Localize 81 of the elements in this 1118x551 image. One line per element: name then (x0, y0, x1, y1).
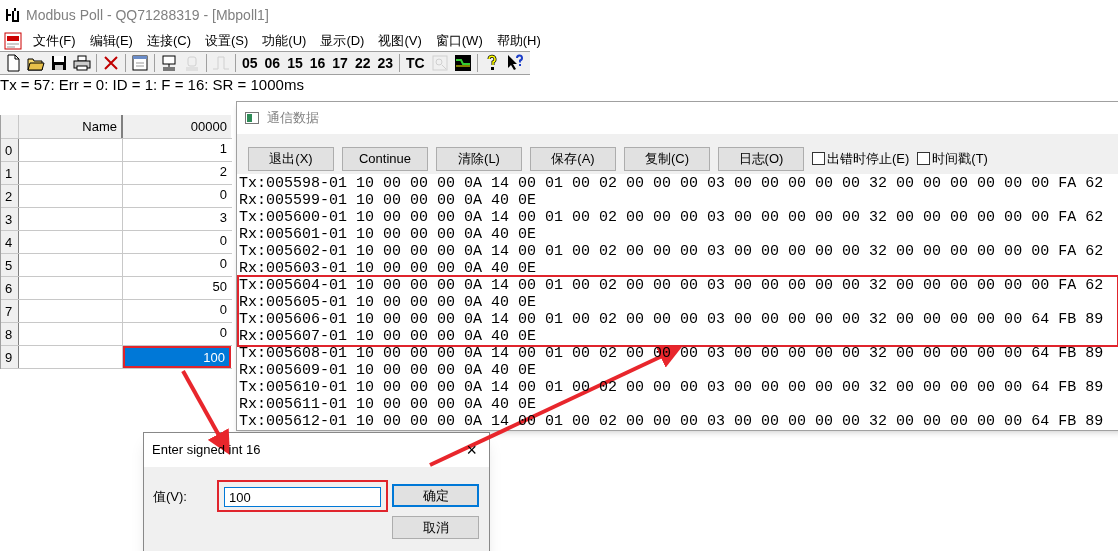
log-line: Rx:005605-01 10 00 00 00 0A 40 0E (239, 294, 538, 311)
checkbox-label: 时间戳(T) (932, 149, 988, 168)
status-line: Tx = 57: Err = 0: ID = 1: F = 16: SR = 1000ms (0, 75, 305, 95)
menu-item[interactable]: 显示(D) (313, 30, 372, 51)
window-title: 通信数据 (267, 109, 319, 128)
value-field[interactable]: 100 (224, 487, 381, 507)
function-code-button[interactable]: 23 (376, 52, 395, 74)
dialog-title: Enter signed int 16 (152, 441, 261, 460)
row-header: 2 (1, 185, 19, 207)
menu-item[interactable]: 编辑(E) (82, 30, 140, 51)
toolbar-button[interactable]: 日志(O) (718, 146, 804, 171)
row-header: 3 (1, 208, 19, 230)
checkbox[interactable] (812, 152, 825, 165)
corner-header-cell[interactable] (1, 115, 19, 138)
row-header: 5 (1, 254, 19, 276)
toolbar-button[interactable]: 保存(A) (530, 146, 616, 171)
toolbar-button[interactable]: Continue (342, 146, 428, 171)
computer-icon[interactable] (160, 54, 178, 72)
log-line: Tx:005610-01 10 00 00 00 0A 14 00 01 00 02 00 00 00 03 00 00 00 00 00 32 00 00 00 00 00 64 FB 89 (239, 379, 1105, 396)
field-label: 值(V): (152, 488, 188, 506)
checkbox-label: 出错时停止(E) (827, 149, 910, 168)
save-icon[interactable] (50, 54, 68, 72)
function-code-button[interactable]: TC (405, 52, 426, 74)
menu-item[interactable]: 窗口(W) (428, 30, 490, 51)
menu-item[interactable]: 设置(S) (198, 30, 256, 51)
window-title: Modbus Poll - QQ71288319 - [Mbpoll1] (26, 5, 269, 25)
menu-item[interactable]: 功能(U) (255, 30, 314, 51)
menu-item[interactable]: 视图(V) (371, 30, 429, 51)
log-line: Rx:005609-01 10 00 00 00 0A 40 0E (239, 362, 538, 379)
log-line: Tx:005606-01 10 00 00 00 0A 14 00 01 00 02 00 00 00 03 00 00 00 00 00 32 00 00 00 00 00 64 FB 89 (239, 311, 1105, 328)
toolbar-button[interactable]: 复制(C) (624, 146, 710, 171)
table-cell[interactable]: 100 (123, 346, 231, 368)
log-line: Rx:005603-01 10 00 00 00 0A 40 0E (239, 260, 538, 277)
table-cell[interactable]: 0 (123, 231, 231, 253)
row-header: 1 (1, 162, 19, 184)
table-cell[interactable]: 1 (123, 139, 231, 161)
log-line: Rx:005601-01 10 00 00 00 0A 40 0E (239, 226, 538, 243)
new-document-icon[interactable] (4, 54, 22, 72)
log-line: Rx:005607-01 10 00 00 00 0A 40 0E (239, 328, 538, 345)
column-header[interactable]: Name (19, 115, 123, 138)
table-cell[interactable]: 50 (123, 277, 231, 299)
close-icon[interactable] (102, 54, 120, 72)
row-header: 7 (1, 300, 19, 322)
table-cell[interactable]: 3 (123, 208, 231, 230)
table-cell[interactable]: 0 (123, 254, 231, 276)
log-line: Tx:005598-01 10 00 00 00 0A 14 00 01 00 02 00 00 00 03 00 00 00 00 00 32 00 00 00 00 00 00 FA 62 (239, 175, 1105, 192)
table-cell[interactable]: 2 (123, 162, 231, 184)
row-header: 6 (1, 277, 19, 299)
log-line: Tx:005602-01 10 00 00 00 0A 14 00 01 00 02 00 00 00 03 00 00 00 00 00 32 00 00 00 00 00 00 FA 62 (239, 243, 1105, 260)
function-code-button[interactable]: 15 (286, 52, 304, 74)
window-icon[interactable] (131, 54, 149, 72)
log-line: Rx:005599-01 10 00 00 00 0A 40 0E (239, 192, 538, 209)
log-line: Tx:005604-01 10 00 00 00 0A 14 00 01 00 02 00 00 00 03 00 00 00 00 00 32 00 00 00 00 00 00 FA 62 (239, 277, 1105, 294)
dialog-button[interactable]: 取消 (392, 516, 479, 539)
log-line: Tx:005600-01 10 00 00 00 0A 14 00 01 00 02 00 00 00 03 00 00 00 00 00 32 00 00 00 00 00 00 FA 62 (239, 209, 1105, 226)
toolbar-button[interactable]: 清除(L) (436, 146, 522, 171)
row-header: 9 (1, 346, 19, 368)
function-code-button[interactable]: 22 (353, 52, 372, 74)
dialog-button[interactable]: 确定 (392, 484, 479, 507)
menu-item[interactable]: 连接(C) (139, 30, 198, 51)
window-icon (245, 112, 259, 124)
row-header: 8 (1, 323, 19, 345)
table-cell[interactable]: 0 (123, 323, 231, 345)
menu-item[interactable]: 文件(F) (26, 30, 83, 51)
log-line: Rx:005611-01 10 00 00 00 0A 40 0E (239, 396, 538, 413)
function-code-button[interactable]: 06 (263, 52, 282, 74)
table-cell[interactable]: 0 (123, 300, 231, 322)
table-cell[interactable]: 0 (123, 185, 231, 207)
row-header: 4 (1, 231, 19, 253)
printer-icon[interactable] (73, 54, 91, 72)
function-code-button[interactable]: 16 (308, 52, 327, 74)
graph-icon[interactable] (453, 54, 472, 72)
checkbox[interactable] (917, 152, 931, 165)
row-header: 0 (1, 139, 19, 161)
column-header[interactable]: 00000 (123, 115, 231, 138)
pointer-help-icon[interactable] (505, 54, 524, 72)
app-icon (4, 6, 22, 24)
toolbar-button[interactable]: 退出(X) (248, 146, 334, 171)
function-code-button[interactable]: 05 (241, 52, 259, 74)
function-code-button[interactable]: 17 (331, 52, 349, 74)
menu-item[interactable]: 帮助(H) (489, 30, 548, 51)
